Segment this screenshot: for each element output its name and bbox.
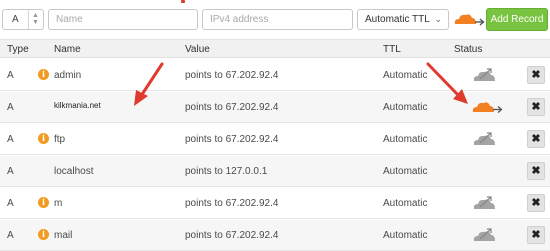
record-type: A <box>7 198 14 209</box>
header-ttl: TTL <box>383 44 401 55</box>
info-icon[interactable]: i <box>38 197 49 208</box>
table-row: A kilkmania.net points to 67.202.92.4 Au… <box>0 92 550 123</box>
record-name[interactable]: localhost <box>54 166 93 177</box>
table-row: A i mail points to 67.202.92.4 Automatic… <box>0 220 550 251</box>
header-value: Value <box>185 44 210 55</box>
chevron-down-icon: ⌄ <box>434 14 442 24</box>
info-icon[interactable]: i <box>38 69 49 80</box>
delete-record-button[interactable]: ✖ <box>527 226 545 244</box>
record-ttl[interactable]: Automatic <box>383 70 427 81</box>
name-placeholder: Name <box>56 14 83 25</box>
grey-cloud-icon[interactable] <box>471 194 503 212</box>
ttl-select[interactable]: Automatic TTL ⌄ <box>357 9 449 30</box>
record-type-value: A <box>12 14 19 25</box>
ipv4-address-input[interactable]: IPv4 address <box>202 9 353 30</box>
record-value[interactable]: points to 67.202.92.4 <box>185 102 278 113</box>
add-record-toolbar: A ▲ ▼ Name IPv4 address Automatic TTL ⌄ A… <box>0 8 550 32</box>
table-row: A i m points to 67.202.92.4 Automatic ✖ <box>0 188 550 219</box>
record-type: A <box>7 102 14 113</box>
record-type: A <box>7 230 14 241</box>
header-type: Type <box>7 44 29 55</box>
record-value[interactable]: points to 67.202.92.4 <box>185 70 278 81</box>
ipv4-placeholder: IPv4 address <box>210 14 269 25</box>
record-type: A <box>7 166 14 177</box>
add-record-button[interactable]: Add Record <box>486 8 548 31</box>
record-name[interactable]: m <box>54 198 62 209</box>
record-value[interactable]: points to 67.202.92.4 <box>185 134 278 145</box>
dns-table-header: Type Name Value TTL Status <box>0 39 550 58</box>
record-type: A <box>7 134 14 145</box>
record-name[interactable]: kilkmania.net <box>54 101 101 110</box>
ttl-value: Automatic TTL <box>365 14 430 25</box>
grey-cloud-icon[interactable] <box>471 226 503 244</box>
record-ttl[interactable]: Automatic <box>383 134 427 145</box>
record-value[interactable]: points to 67.202.92.4 <box>185 230 278 241</box>
record-ttl[interactable]: Automatic <box>383 102 427 113</box>
record-name[interactable]: mail <box>54 230 72 241</box>
delete-record-button[interactable]: ✖ <box>527 162 545 180</box>
record-type: A <box>7 70 14 81</box>
record-value[interactable]: points to 67.202.92.4 <box>185 198 278 209</box>
orange-cloud-icon[interactable] <box>471 98 503 116</box>
info-icon[interactable]: i <box>38 229 49 240</box>
record-type-select[interactable]: A ▲ ▼ <box>2 9 44 30</box>
record-ttl[interactable]: Automatic <box>383 230 427 241</box>
name-input[interactable]: Name <box>48 9 198 30</box>
record-name[interactable]: admin <box>54 70 81 81</box>
up-down-arrows-icon: ▲ ▼ <box>32 12 39 26</box>
delete-record-button[interactable]: ✖ <box>527 98 545 116</box>
table-row: A i ftp points to 67.202.92.4 Automatic … <box>0 124 550 155</box>
record-ttl[interactable]: Automatic <box>383 198 427 209</box>
delete-record-button[interactable]: ✖ <box>527 194 545 212</box>
select-divider <box>28 10 29 29</box>
header-status: Status <box>454 44 483 55</box>
table-row: A localhost points to 127.0.0.1 Automati… <box>0 156 550 187</box>
header-name: Name <box>54 44 81 55</box>
grey-cloud-icon[interactable] <box>471 66 503 84</box>
delete-record-button[interactable]: ✖ <box>527 66 545 84</box>
info-icon[interactable]: i <box>38 133 49 144</box>
grey-cloud-icon[interactable] <box>471 130 503 148</box>
record-value[interactable]: points to 127.0.0.1 <box>185 166 267 177</box>
record-ttl[interactable]: Automatic <box>383 166 427 177</box>
table-row: A i admin points to 67.202.92.4 Automati… <box>0 60 550 91</box>
delete-record-button[interactable]: ✖ <box>527 130 545 148</box>
orange-cloud-icon[interactable] <box>451 12 485 28</box>
record-name[interactable]: ftp <box>54 134 65 145</box>
red-annotation-fragment <box>181 0 185 3</box>
